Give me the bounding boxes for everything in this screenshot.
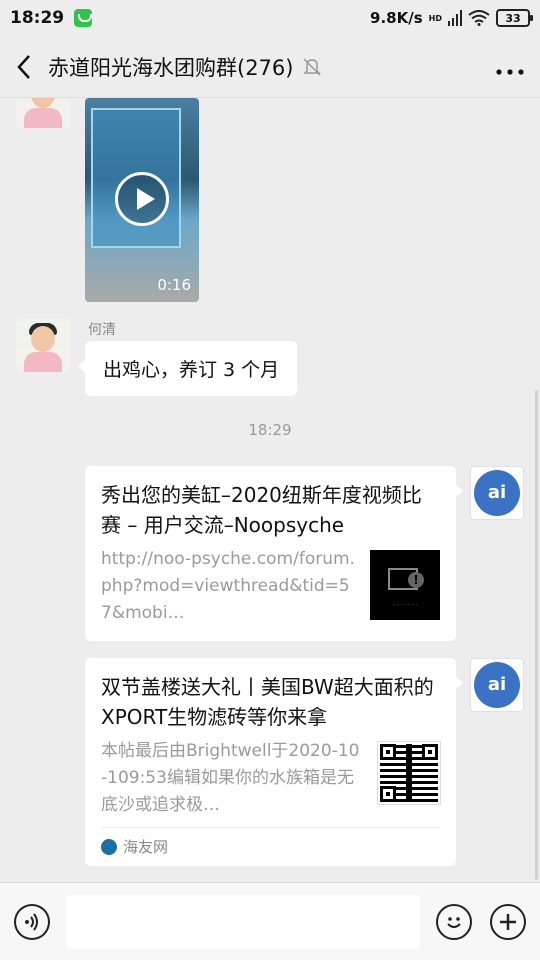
card-source: 海友网 [101,827,440,857]
battery-icon: 33 [496,9,533,27]
chevron-left-icon[interactable] [16,54,32,80]
sender-name: 何清 [88,322,116,338]
link-card[interactable]: 双节盖楼送大礼丨美国BW超大面积的XPORT生物滤砖等你来拿 本帖最后由Brig… [85,658,463,866]
time-divider: 18:29 [248,421,292,439]
card-title: 秀出您的美缸–2020纽斯年度视频比赛 – 用户交流–Noopsyche [101,483,422,537]
input-bar [0,882,540,960]
bell-off-icon [303,57,322,76]
link-card[interactable]: 秀出您的美缸–2020纽斯年度视频比赛 – 用户交流–Noopsyche htt… [85,466,463,641]
video-message[interactable]: 0:16 [85,98,199,302]
voice-icon [24,912,38,931]
card-title: 双节盖楼送大礼丨美国BW超大面积的XPORT生物滤砖等你来拿 [101,675,434,729]
scrollbar[interactable] [535,390,538,880]
signal-icon [448,10,462,26]
source-name: 海友网 [123,838,169,856]
more-options-button[interactable] [496,53,524,81]
voice-button[interactable] [14,903,50,940]
avatar[interactable] [16,318,70,372]
status-bar: 18:29 9.8K/s HD 33 [0,0,540,36]
smile-icon [447,916,461,928]
message-input[interactable] [65,894,420,949]
plus-icon [500,913,516,930]
video-duration: 0:16 [157,276,191,294]
wifi-icon [468,10,490,26]
avatar[interactable]: ai [470,466,524,520]
notification-app-icon [74,9,93,27]
source-logo-icon [101,838,117,855]
card-description: http://noo-psyche.com/forum.php?mod=view… [101,549,355,623]
network-speed: 9.8K/s [370,9,423,27]
message-text: 出鸡心，养订 3 个月 [103,359,280,381]
ellipsis-icon [496,68,524,75]
avatar[interactable]: ai [470,658,524,712]
emoji-button[interactable] [436,903,472,940]
chat-title: 赤道阳光海水团购群(276) [48,55,294,80]
qr-code-thumbnail [377,741,441,805]
card-thumbnail: ! · · · · · · · [370,550,440,620]
alert-icon: ! [408,572,424,588]
status-time: 18:29 [10,8,65,28]
network-type-label: HD [428,13,442,23]
play-icon[interactable] [115,172,169,226]
more-functions-button[interactable] [490,903,526,940]
card-description: 本帖最后由Brightwell于2020-10-109:53编辑如果你的水族箱是… [101,741,360,815]
text-message-bubble[interactable]: 出鸡心，养订 3 个月 [77,341,298,396]
chat-header: 赤道阳光海水团购群(276) [0,36,540,98]
